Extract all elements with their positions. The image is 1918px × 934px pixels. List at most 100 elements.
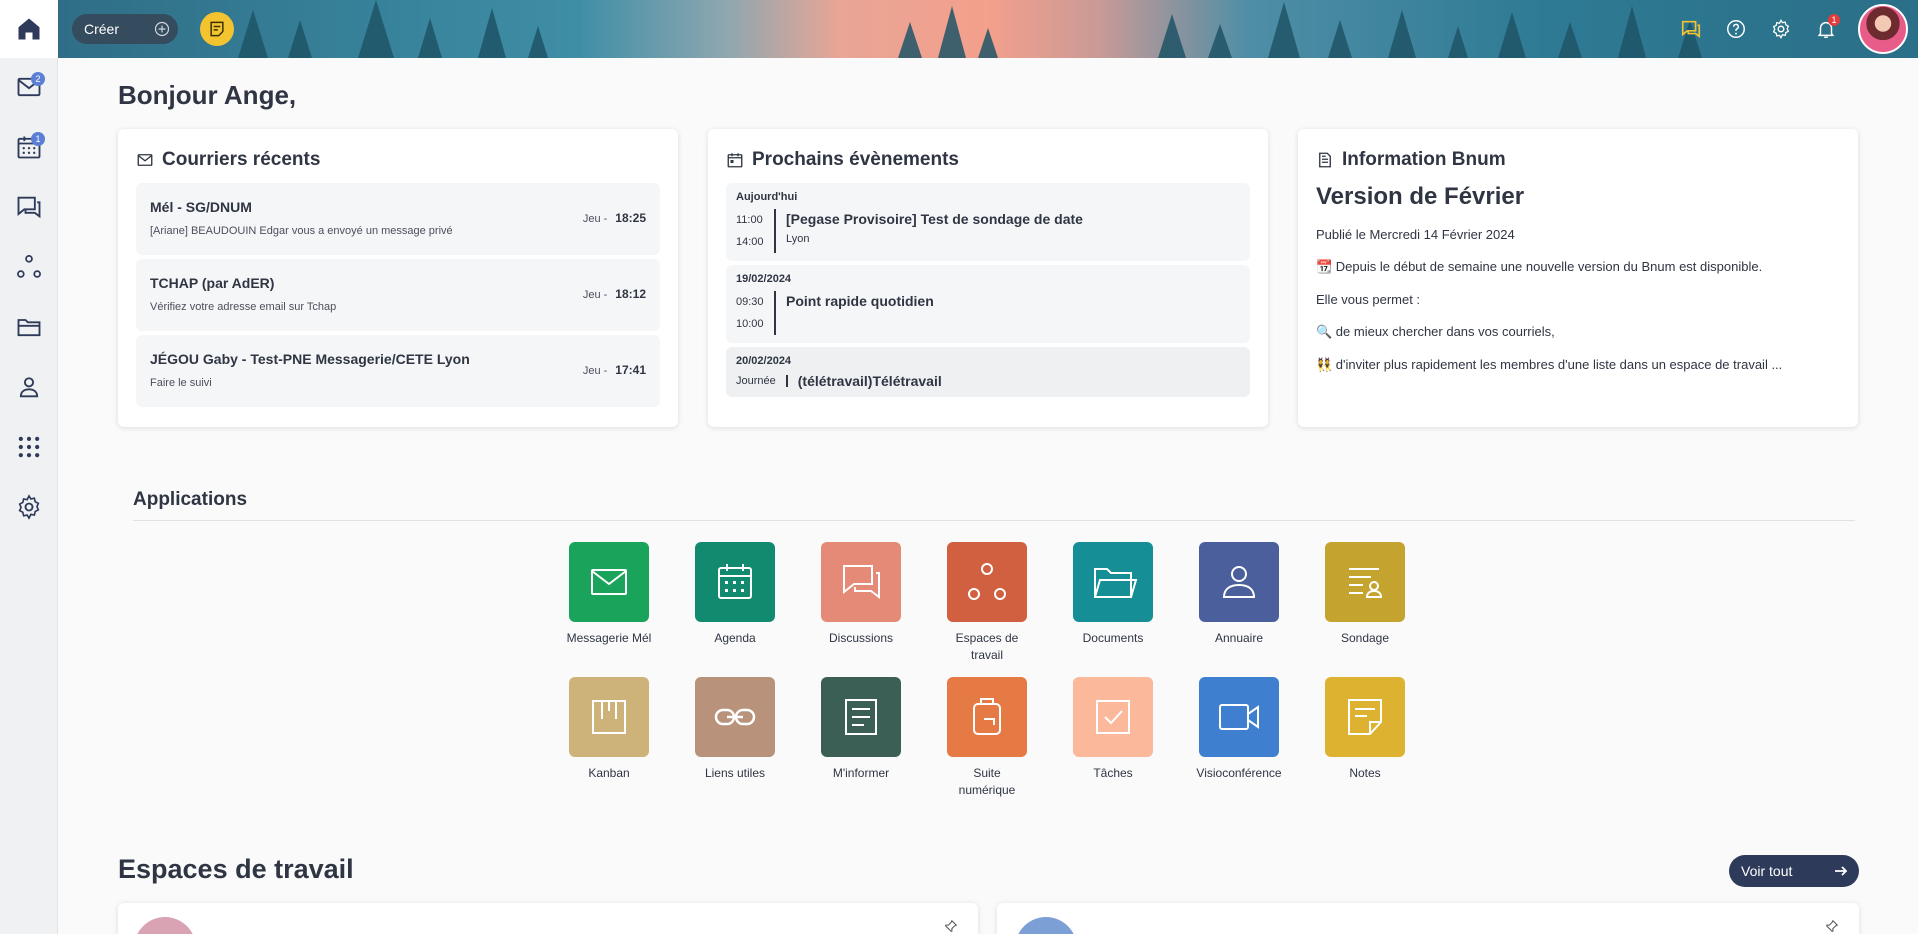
app-workspace[interactable]: Espaces de travail	[932, 542, 1042, 664]
app-label: Messagerie Mél	[566, 631, 652, 645]
event-item[interactable]: 20/02/2024 Journée (télétravail)Télétrav…	[726, 347, 1250, 397]
app-suite[interactable]: Suite numérique	[932, 677, 1042, 799]
notifications-button[interactable]: 1	[1803, 7, 1848, 52]
app-task[interactable]: Tâches	[1058, 677, 1168, 782]
mail-date: Jeu -18:25	[582, 211, 646, 225]
news-icon	[845, 699, 877, 735]
sidebar-item-workspaces[interactable]	[8, 246, 50, 288]
mail-sender: TCHAP (par AdER)	[150, 275, 275, 291]
app-mail[interactable]: Messagerie Mél	[554, 542, 664, 647]
workspace-avatar	[1015, 917, 1077, 934]
info-line: 📆 Depuis le début de semaine une nouvell…	[1316, 259, 1763, 274]
kanban-icon	[592, 700, 626, 734]
info-line: Elle vous permet :	[1316, 292, 1421, 307]
workspace-avatar	[134, 917, 196, 934]
mail-item[interactable]: JÉGOU Gaby - Test-PNE Messagerie/CETE Ly…	[136, 335, 660, 407]
calendar-badge: 1	[31, 132, 45, 146]
app-tile	[569, 677, 649, 757]
apps-grid-icon	[18, 436, 40, 458]
see-all-button[interactable]: Voir tout	[1729, 855, 1859, 887]
upcoming-events-card: Prochains évènements Aujourd'hui 11:00 14…	[708, 129, 1268, 427]
link-icon	[714, 708, 756, 726]
app-news[interactable]: M'informer	[806, 677, 916, 782]
workspace-icon	[968, 563, 1006, 600]
event-allday-label: Journée	[736, 375, 788, 387]
event-times: 11:00 14:00	[736, 209, 776, 253]
quick-note-button[interactable]	[200, 12, 234, 46]
sidebar-item-settings[interactable]	[8, 486, 50, 528]
notification-badge: 1	[1828, 13, 1840, 26]
app-note[interactable]: Notes	[1310, 677, 1420, 782]
sidebar-item-home[interactable]	[0, 0, 58, 58]
folder-icon	[1094, 568, 1138, 598]
sidebar-item-discussions[interactable]	[8, 186, 50, 228]
help-button[interactable]	[1713, 7, 1758, 52]
chat-icon	[1681, 20, 1700, 38]
sidebar-item-apps[interactable]	[8, 426, 50, 468]
gear-icon	[1772, 18, 1789, 40]
app-label: Documents	[1082, 631, 1144, 645]
app-link[interactable]: Liens utiles	[680, 677, 790, 782]
mail-item[interactable]: Mél - SG/DNUM [Ariane] BEAUDOUIN Edgar v…	[136, 183, 660, 255]
app-user[interactable]: Annuaire	[1184, 542, 1294, 647]
app-label: Notes	[1349, 766, 1381, 780]
app-chat[interactable]: Discussions	[806, 542, 916, 647]
calendar-icon	[718, 564, 752, 599]
app-tile	[1073, 677, 1153, 757]
app-tile	[1199, 542, 1279, 622]
info-published: Publié le Mercredi 14 Février 2024	[1316, 227, 1515, 242]
pin-icon[interactable]	[944, 919, 958, 933]
user-avatar[interactable]	[1858, 4, 1908, 54]
sidebar-item-mail[interactable]: 2	[8, 66, 50, 108]
applications-title: Applications	[133, 489, 248, 510]
event-day: Aujourd'hui	[736, 191, 798, 203]
app-label: Discussions	[828, 631, 894, 645]
sidebar: 2 1	[0, 0, 58, 934]
chat-icon	[17, 196, 41, 219]
app-label: Espaces de travail	[955, 631, 1019, 662]
create-button[interactable]: Créer	[72, 14, 178, 44]
workspace-card[interactable]	[997, 903, 1859, 934]
mail-sender: JÉGOU Gaby - Test-PNE Messagerie/CETE Ly…	[150, 351, 470, 367]
app-label: Annuaire	[1214, 631, 1264, 645]
app-tile	[1325, 542, 1405, 622]
recent-mails-card: Courriers récents Mél - SG/DNUM [Ariane]…	[118, 129, 678, 427]
app-folder[interactable]: Documents	[1058, 542, 1168, 647]
app-calendar[interactable]: Agenda	[680, 542, 790, 647]
sidebar-item-directory[interactable]	[8, 366, 50, 408]
user-icon	[19, 377, 39, 398]
calendar-icon	[727, 153, 743, 168]
app-poll[interactable]: Sondage	[1310, 542, 1420, 647]
sidebar-item-calendar[interactable]: 1	[8, 126, 50, 168]
mail-badge: 2	[31, 72, 45, 86]
workspace-card[interactable]	[118, 903, 978, 934]
suite-icon	[973, 698, 1001, 735]
event-item[interactable]: 19/02/2024 09:30 10:00 Point rapide quoti…	[726, 265, 1250, 343]
upcoming-events-title: Prochains évènements	[726, 149, 1250, 171]
workspaces-title: Espaces de travail	[118, 854, 354, 884]
app-kanban[interactable]: Kanban	[554, 677, 664, 782]
mail-subject: Vérifiez votre adresse email sur Tchap	[150, 301, 337, 313]
app-tile	[1199, 677, 1279, 757]
app-video[interactable]: Visioconférence	[1184, 677, 1294, 782]
forest-banner	[238, 0, 1702, 58]
app-label: Tâches	[1093, 766, 1133, 780]
mail-item[interactable]: TCHAP (par AdER) Vérifiez votre adresse …	[136, 259, 660, 331]
note-icon	[1348, 699, 1382, 735]
plus-icon	[154, 21, 170, 37]
sidebar-item-documents[interactable]	[8, 306, 50, 348]
app-tile	[821, 677, 901, 757]
chat-button[interactable]	[1668, 7, 1713, 52]
app-label: Visioconférence	[1196, 766, 1282, 780]
document-icon	[1319, 152, 1331, 168]
app-tile	[947, 542, 1027, 622]
event-item[interactable]: Aujourd'hui 11:00 14:00 [Pegase Provisoir…	[726, 183, 1250, 261]
mail-subject: [Ariane] BEAUDOUIN Edgar vous a envoyé u…	[150, 225, 453, 237]
pin-icon[interactable]	[1825, 919, 1839, 933]
settings-button[interactable]	[1758, 7, 1803, 52]
app-label: M'informer	[832, 766, 890, 780]
app-label: Kanban	[588, 766, 630, 780]
help-icon	[1726, 20, 1745, 38]
info-bnum-title: Information Bnum	[1316, 149, 1840, 171]
applications-divider	[133, 520, 1855, 521]
